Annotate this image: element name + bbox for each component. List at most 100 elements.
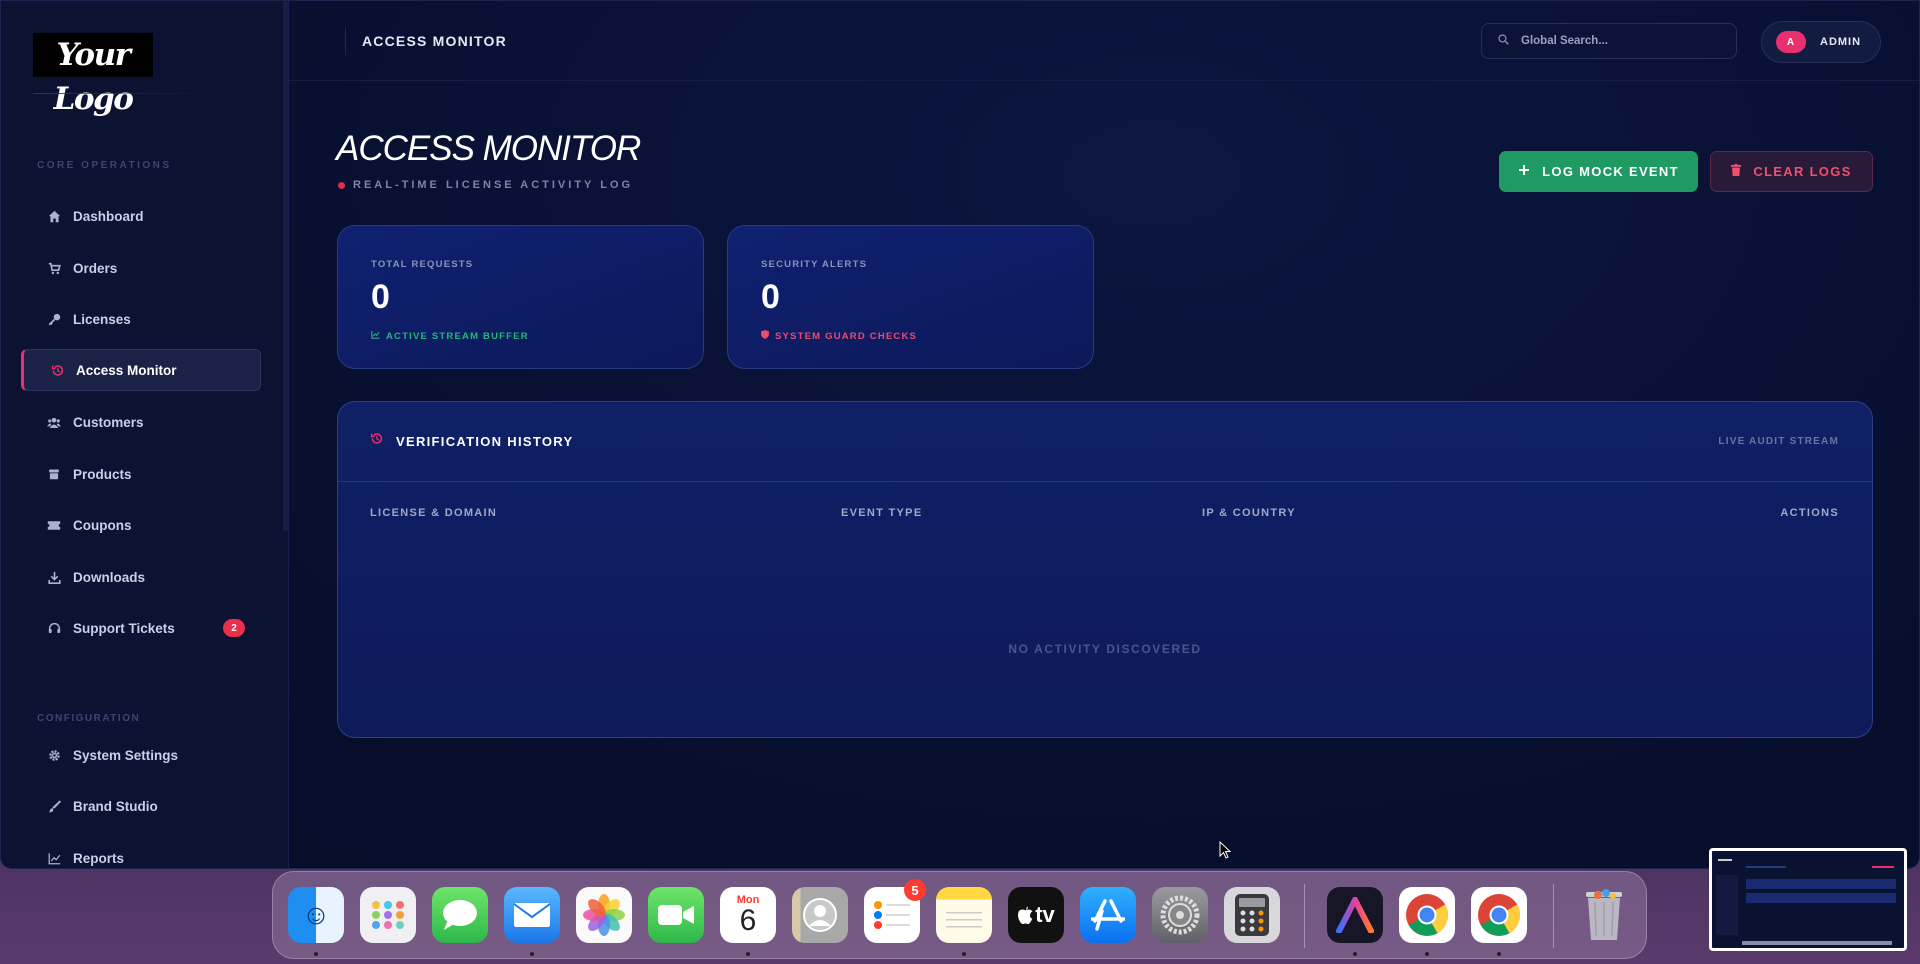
page-subtitle: REAL-TIME LICENSE ACTIVITY LOG xyxy=(338,179,633,191)
clear-logs-button[interactable]: CLEAR LOGS xyxy=(1710,151,1873,192)
search-placeholder: Global Search... xyxy=(1521,35,1608,47)
download-icon xyxy=(47,570,61,584)
stat-meta-text: SYSTEM GUARD CHECKS xyxy=(775,330,918,342)
sidebar-item-products[interactable]: Products xyxy=(37,453,261,495)
finder-icon[interactable]: ☺ xyxy=(288,887,344,943)
sidebar-item-licenses[interactable]: Licenses xyxy=(37,298,261,340)
stat-card-total-requests: TOTAL REQUESTS 0 ACTIVE STREAM BUFFER xyxy=(337,225,704,369)
page-title: ACCESS MONITOR xyxy=(336,129,641,168)
log-mock-event-button[interactable]: LOG MOCK EVENT xyxy=(1499,151,1698,192)
log-mock-event-label: LOG MOCK EVENT xyxy=(1542,164,1679,179)
sidebar-item-orders[interactable]: Orders xyxy=(37,247,261,289)
stat-value: 0 xyxy=(371,278,390,316)
gear-icon xyxy=(47,748,61,762)
thumbnail-sidebar xyxy=(1716,875,1738,935)
sidebar-item-access-monitor[interactable]: Access Monitor xyxy=(21,349,261,391)
live-audit-stream-label: LIVE AUDIT STREAM xyxy=(1718,436,1839,447)
top-bar: ACCESS MONITOR Global Search... A ADMIN xyxy=(289,1,1919,81)
column-header-event-type: EVENT TYPE xyxy=(841,507,923,519)
mouse-cursor-icon xyxy=(1219,840,1232,864)
tv-label: tv xyxy=(1035,902,1055,927)
trash-icon xyxy=(1731,164,1742,179)
stat-value: 0 xyxy=(761,278,780,316)
sidebar: Your Logo CORE OPERATIONS Dashboard Orde… xyxy=(1,1,289,868)
dock-separator xyxy=(1553,884,1554,948)
sidebar-item-label: Brand Studio xyxy=(73,798,158,814)
app-store-icon[interactable] xyxy=(1080,887,1136,943)
running-indicator xyxy=(314,952,318,956)
calendar-icon[interactable]: Mon 6 xyxy=(720,887,776,943)
running-indicator xyxy=(746,952,750,956)
home-icon xyxy=(47,209,61,223)
stat-label: TOTAL REQUESTS xyxy=(371,259,474,270)
trash-icon[interactable] xyxy=(1576,887,1632,943)
photos-icon[interactable] xyxy=(576,887,632,943)
chart-line-icon xyxy=(371,330,380,342)
shield-icon xyxy=(761,330,769,342)
thumbnail-dock xyxy=(1742,941,1892,945)
thumbnail-row xyxy=(1746,893,1896,903)
column-header-actions: ACTIONS xyxy=(1780,507,1839,519)
headset-icon xyxy=(47,621,61,635)
running-indicator xyxy=(1353,952,1357,956)
mail-icon[interactable] xyxy=(504,887,560,943)
column-header-ip-country: IP & COUNTRY xyxy=(1202,507,1296,519)
sidebar-item-label: Reports xyxy=(73,850,125,866)
facetime-icon[interactable] xyxy=(648,887,704,943)
sidebar-item-label: Support Tickets xyxy=(73,620,175,636)
box-icon xyxy=(47,467,61,481)
window-preview-thumbnail[interactable] xyxy=(1709,848,1907,951)
sidebar-item-reports[interactable]: Reports xyxy=(37,837,261,868)
thumbnail-button xyxy=(1872,866,1894,868)
page-subtitle-text: REAL-TIME LICENSE ACTIVITY LOG xyxy=(353,179,634,191)
sidebar-scrollbar[interactable] xyxy=(283,1,288,531)
system-settings-icon[interactable] xyxy=(1152,887,1208,943)
live-dot-icon xyxy=(338,181,345,189)
user-menu[interactable]: A ADMIN xyxy=(1761,21,1881,63)
stat-meta: ACTIVE STREAM BUFFER xyxy=(371,330,529,342)
sidebar-item-downloads[interactable]: Downloads xyxy=(37,556,261,598)
sidebar-item-coupons[interactable]: Coupons xyxy=(37,504,261,546)
logo: Your Logo xyxy=(33,33,153,117)
header-divider xyxy=(345,27,346,55)
dock-separator xyxy=(1304,884,1305,948)
sidebar-item-brand-studio[interactable]: Brand Studio xyxy=(37,785,261,827)
stat-meta: SYSTEM GUARD CHECKS xyxy=(761,330,917,342)
chrome-icon-2[interactable] xyxy=(1471,887,1527,943)
sidebar-item-dashboard[interactable]: Dashboard xyxy=(37,195,261,237)
history-icon xyxy=(50,363,64,377)
stat-meta-text: ACTIVE STREAM BUFFER xyxy=(386,330,529,342)
history-icon xyxy=(370,432,383,448)
chart-line-icon xyxy=(47,851,61,865)
sidebar-item-system-settings[interactable]: System Settings xyxy=(37,734,261,776)
sidebar-item-label: Dashboard xyxy=(73,208,144,224)
sidebar-item-label: System Settings xyxy=(73,747,179,763)
clear-logs-label: CLEAR LOGS xyxy=(1753,164,1852,179)
sidebar-item-label: Orders xyxy=(73,260,118,276)
sidebar-item-label: Customers xyxy=(73,414,144,430)
chrome-icon[interactable] xyxy=(1399,887,1455,943)
brush-icon xyxy=(47,799,61,813)
launchpad-icon[interactable] xyxy=(360,887,416,943)
calendar-day: 6 xyxy=(739,904,757,937)
support-tickets-badge: 2 xyxy=(223,619,245,637)
thumbnail-logo xyxy=(1718,859,1732,861)
apple-tv-icon[interactable]: tv xyxy=(1008,887,1064,943)
running-indicator xyxy=(962,952,966,956)
ticket-icon xyxy=(47,518,61,532)
sidebar-item-label: Downloads xyxy=(73,569,146,585)
stat-card-security-alerts: SECURITY ALERTS 0 SYSTEM GUARD CHECKS xyxy=(727,225,1094,369)
messages-icon[interactable] xyxy=(432,887,488,943)
arc-browser-icon[interactable] xyxy=(1327,887,1383,943)
global-search-input[interactable]: Global Search... xyxy=(1481,23,1737,59)
sidebar-item-label: Products xyxy=(73,466,132,482)
sidebar-item-support-tickets[interactable]: Support Tickets 2 xyxy=(37,607,261,649)
sidebar-item-customers[interactable]: Customers xyxy=(37,401,261,443)
verification-history-panel: VERIFICATION HISTORY LIVE AUDIT STREAM L… xyxy=(337,401,1873,738)
running-indicator xyxy=(1497,952,1501,956)
reminders-icon[interactable]: 5 xyxy=(864,879,926,943)
contacts-icon[interactable] xyxy=(792,887,848,943)
calculator-icon[interactable] xyxy=(1224,887,1280,943)
plus-icon xyxy=(1518,164,1530,179)
notes-icon[interactable] xyxy=(936,887,992,943)
